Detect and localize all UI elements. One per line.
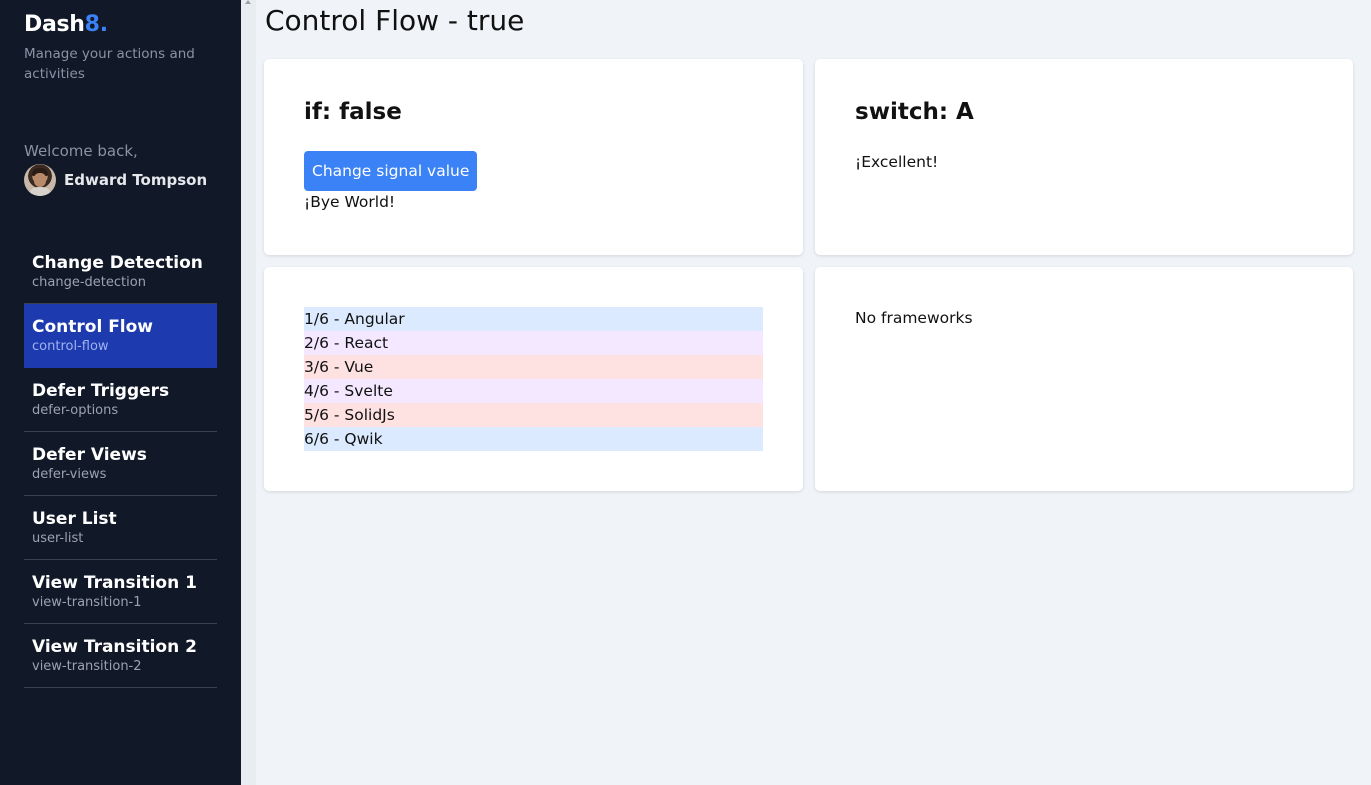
- sidebar-item-label: View Transition 2: [32, 637, 197, 657]
- sidebar-item-route: change-detection: [32, 275, 146, 290]
- if-card: if: false Change signal value ¡Bye World…: [264, 59, 803, 255]
- welcome-text: Welcome back,: [24, 142, 138, 160]
- sidebar-item-route: defer-options: [32, 403, 119, 418]
- sidebar-item-user-list[interactable]: User List user-list: [24, 496, 217, 560]
- sidebar-item-change-detection[interactable]: Change Detection change-detection: [24, 240, 217, 304]
- if-message: ¡Bye World!: [304, 193, 396, 211]
- if-heading: if: false: [304, 99, 402, 125]
- sidebar-item-route: view-transition-2: [32, 659, 142, 674]
- list-item: 5/6 - SolidJs: [304, 403, 763, 427]
- sidebar-item-label: Defer Views: [32, 445, 147, 465]
- brand-tagline: Manage your actions and activities: [24, 46, 195, 82]
- brand-logo[interactable]: Dash8.: [24, 12, 108, 37]
- empty-message: No frameworks: [855, 309, 973, 327]
- list-item: 3/6 - Vue: [304, 355, 763, 379]
- switch-card: switch: A ¡Excellent!: [815, 59, 1353, 255]
- sidebar-item-defer-views[interactable]: Defer Views defer-views: [24, 432, 217, 496]
- brand-accent: 8: [84, 12, 100, 37]
- brand-main: Dash: [24, 12, 85, 37]
- sidebar: Dash8. Manage your actions and activitie…: [0, 0, 241, 785]
- list-item: 6/6 - Qwik: [304, 427, 763, 451]
- scrollbar[interactable]: [241, 0, 256, 785]
- user-name: Edward Tompson: [64, 171, 208, 189]
- sidebar-item-label: View Transition 1: [32, 573, 197, 593]
- sidebar-item-route: control-flow: [32, 339, 109, 354]
- sidebar-nav: Change Detection change-detection Control …: [24, 240, 217, 688]
- list-item: 2/6 - React: [304, 331, 763, 355]
- framework-list: 1/6 - Angular 2/6 - React 3/6 - Vue 4/6 - S…: [304, 307, 763, 451]
- sidebar-item-label: Control Flow: [32, 317, 154, 337]
- user-profile: Edward Tompson: [24, 164, 207, 196]
- sidebar-item-defer-options[interactable]: Defer Triggers defer-options: [24, 368, 217, 432]
- app-root: Dash8. Manage your actions and activitie…: [0, 0, 1371, 785]
- sidebar-item-route: user-list: [32, 531, 84, 546]
- sidebar-item-view-transition-2[interactable]: View Transition 2 view-transition-2: [24, 624, 217, 688]
- sidebar-item-control-flow[interactable]: Control Flow control-flow: [24, 304, 217, 368]
- framework-list-card: 1/6 - Angular 2/6 - React 3/6 - Vue 4/6 - S…: [264, 267, 803, 491]
- sidebar-item-route: defer-views: [32, 467, 107, 482]
- change-signal-button[interactable]: Change signal value: [304, 151, 478, 191]
- list-item: 4/6 - Svelte: [304, 379, 763, 403]
- list-item: 1/6 - Angular: [304, 307, 763, 331]
- page-title: Control Flow - true: [265, 4, 525, 37]
- avatar: [24, 164, 56, 196]
- sidebar-item-label: User List: [32, 509, 117, 529]
- sidebar-item-label: Defer Triggers: [32, 381, 170, 401]
- scroll-up-arrow-icon[interactable]: [245, 0, 251, 4]
- empty-frameworks-card: No frameworks: [815, 267, 1353, 491]
- sidebar-item-view-transition-1[interactable]: View Transition 1 view-transition-1: [24, 560, 217, 624]
- sidebar-item-route: view-transition-1: [32, 595, 142, 610]
- brand-suffix: .: [99, 12, 108, 37]
- switch-message: ¡Excellent!: [855, 153, 939, 171]
- sidebar-item-label: Change Detection: [32, 253, 203, 273]
- switch-heading: switch: A: [855, 99, 974, 125]
